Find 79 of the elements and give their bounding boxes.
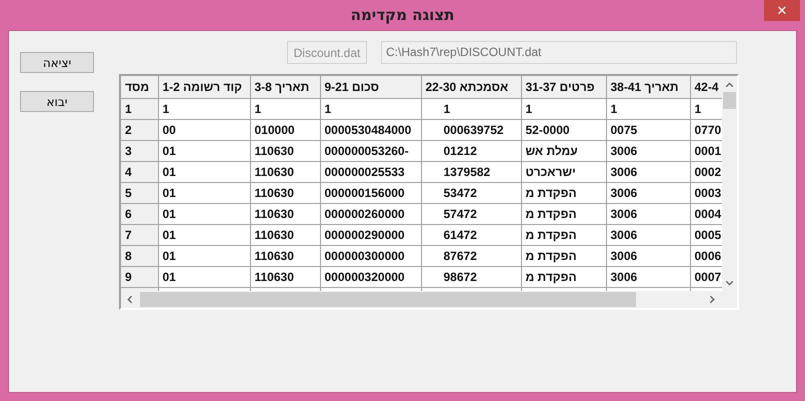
- table-cell: 3006: [606, 203, 690, 224]
- table-cell: 000000053260-: [320, 140, 421, 161]
- table-cell: 3006: [606, 266, 690, 287]
- column-header[interactable]: אסמכתא 22-30: [421, 76, 521, 98]
- table-cell: הפקדת מ: [521, 203, 606, 224]
- horizontal-scrollbar[interactable]: [121, 291, 737, 308]
- table-cell: 1: [250, 98, 320, 119]
- table-cell: 3006: [606, 140, 690, 161]
- table-cell: 110630: [250, 182, 320, 203]
- table-cell: 98672: [421, 266, 521, 287]
- table-cell: עמלת אש: [521, 140, 606, 161]
- close-button[interactable]: ✕: [764, 0, 800, 21]
- table-cell: 01: [158, 161, 250, 182]
- table-cell: 110630: [250, 203, 320, 224]
- table-cell: 000000290000: [320, 224, 421, 245]
- exit-button[interactable]: יציאה: [20, 52, 94, 73]
- table-cell: 1: [521, 98, 606, 119]
- table-cell: 01: [158, 203, 250, 224]
- table-cell: 01212: [421, 140, 521, 161]
- table-cell: 110630: [250, 266, 320, 287]
- table-cell: 52-0000: [521, 119, 606, 140]
- table-cell: 61472: [421, 224, 521, 245]
- column-header[interactable]: תאריך 3-8: [250, 76, 320, 98]
- table-cell: 53472: [421, 182, 521, 203]
- table-cell: 000000300000: [320, 245, 421, 266]
- table-cell: 000000260000: [320, 203, 421, 224]
- table-cell: 2: [121, 119, 158, 140]
- table-cell: 01: [158, 182, 250, 203]
- vertical-scrollbar[interactable]: [722, 76, 737, 291]
- table-cell: 57472: [421, 203, 521, 224]
- column-header[interactable]: תאריך 38-41: [606, 76, 690, 98]
- column-header[interactable]: פרטים 31-37: [521, 76, 606, 98]
- table-cell: 3006: [606, 245, 690, 266]
- table-cell: 6: [121, 203, 158, 224]
- table-cell: ישראכרט: [521, 161, 606, 182]
- table-cell: 000000025533: [320, 161, 421, 182]
- table-cell: 110630: [250, 224, 320, 245]
- table-cell: 3: [121, 140, 158, 161]
- table-cell: 87672: [421, 245, 521, 266]
- table-cell: 01: [158, 245, 250, 266]
- table-cell: 01: [158, 224, 250, 245]
- table-cell: הפקדת מ: [521, 182, 606, 203]
- table-cell: 1: [158, 98, 250, 119]
- table-cell: 0075: [606, 119, 690, 140]
- table-cell: 0000530484000: [320, 119, 421, 140]
- table-cell: 4: [121, 161, 158, 182]
- window-title: תצוגה מקדימה: [350, 6, 454, 24]
- column-header[interactable]: מסד: [121, 76, 158, 98]
- table-cell: 3006: [606, 182, 690, 203]
- table-cell: 1: [606, 98, 690, 119]
- table-cell: 000639752: [421, 119, 521, 140]
- table-cell: 1379582: [421, 161, 521, 182]
- import-button[interactable]: יבוא: [20, 91, 94, 112]
- table-cell: 00: [158, 119, 250, 140]
- scroll-thumb[interactable]: [723, 92, 736, 109]
- table-cell: 3006: [606, 224, 690, 245]
- table-cell: 1: [121, 98, 158, 119]
- table-cell: הפקדת מ: [521, 224, 606, 245]
- table-cell: הפקדת מ: [521, 266, 606, 287]
- table-cell: 1: [421, 98, 521, 119]
- table-cell: 000000156000: [320, 182, 421, 203]
- table-cell: 1: [320, 98, 421, 119]
- table-cell: 5: [121, 182, 158, 203]
- table-cell: 3006: [606, 161, 690, 182]
- table-cell: 9: [121, 266, 158, 287]
- table-cell: 7: [121, 224, 158, 245]
- table-cell: 010000: [250, 119, 320, 140]
- column-header[interactable]: 42-4: [690, 76, 722, 98]
- column-header[interactable]: סכום 9-21: [320, 76, 421, 98]
- table-cell: 110630: [250, 161, 320, 182]
- table-cell: 01: [158, 140, 250, 161]
- column-header[interactable]: קוד רשומה 1-2: [158, 76, 250, 98]
- table-cell: הפקדת מ: [521, 245, 606, 266]
- table-cell: 000000320000: [320, 266, 421, 287]
- scroll-thumb[interactable]: [140, 292, 636, 307]
- table-cell: 01: [158, 266, 250, 287]
- table-cell: 110630: [250, 140, 320, 161]
- table-cell: 8: [121, 245, 158, 266]
- table-cell: 110630: [250, 245, 320, 266]
